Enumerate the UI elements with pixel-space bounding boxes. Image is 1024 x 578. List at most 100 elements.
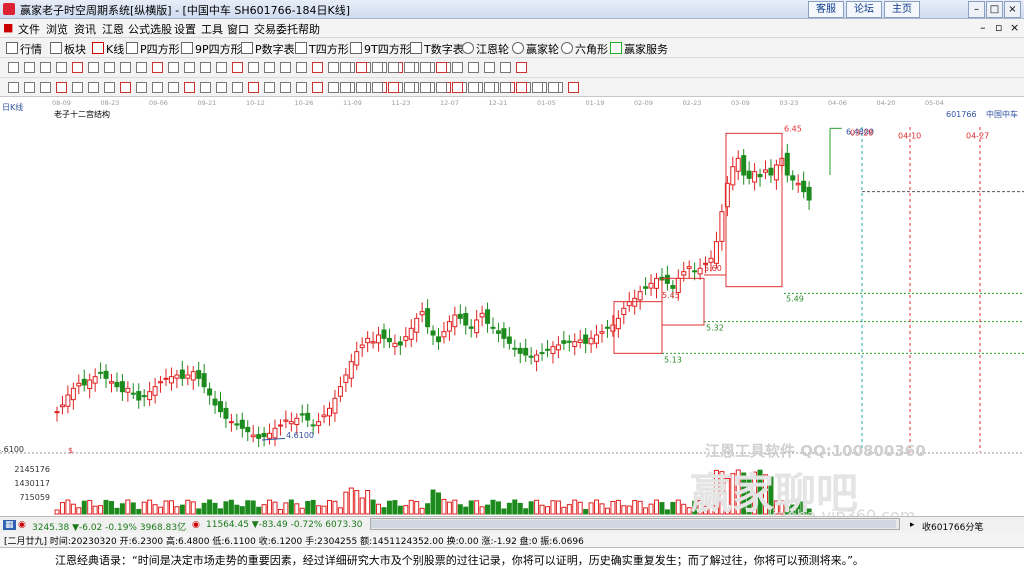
tool-icon[interactable] [200, 82, 211, 93]
tool-icon[interactable] [40, 82, 51, 93]
tool-icon[interactable] [404, 82, 415, 93]
scrollbar-thumb[interactable] [371, 520, 896, 528]
service-button[interactable]: 客服 [808, 1, 844, 18]
tool-icon[interactable] [152, 82, 163, 93]
tool-icon[interactable] [104, 62, 115, 73]
tb-service[interactable]: 赢家服务 [610, 41, 668, 57]
tb-9t-square[interactable]: 9T四方形 [350, 41, 411, 57]
mdi-minimize-icon[interactable]: – [980, 21, 986, 34]
minimize-icon[interactable]: – [968, 1, 985, 18]
tb-9p-square[interactable]: 9P四方形 [181, 41, 242, 57]
sz-index-text[interactable]: 11564.45 ▼-83.49 -0.72% 6073.30 [206, 520, 363, 530]
tool-icon[interactable] [120, 62, 131, 73]
tool-icon[interactable] [468, 82, 479, 93]
menu-news[interactable]: 资讯 [74, 21, 96, 37]
tool-icon[interactable] [280, 82, 291, 93]
tool-icon[interactable] [484, 82, 495, 93]
tool-icon[interactable] [168, 82, 179, 93]
tool-icon[interactable] [136, 82, 147, 93]
tb-quotes[interactable]: 行情 [6, 41, 42, 57]
menu-browse[interactable]: 浏览 [46, 21, 68, 37]
tool-icon[interactable] [484, 62, 495, 73]
tool-icon[interactable] [168, 62, 179, 73]
tool-icon[interactable] [532, 82, 543, 93]
tool-icon[interactable] [152, 62, 163, 73]
tool-icon[interactable] [136, 62, 147, 73]
tool-icon[interactable] [372, 82, 383, 93]
tb-hexagon[interactable]: 六角形 [561, 41, 608, 57]
tool-icon[interactable] [404, 62, 415, 73]
menu-formula[interactable]: 公式选股 [128, 21, 172, 37]
menu-window[interactable]: 窗口 [227, 21, 249, 37]
right-arrow-icon[interactable]: ▸ [910, 520, 915, 530]
tool-icon[interactable] [568, 82, 579, 93]
tool-icon[interactable] [328, 82, 339, 93]
tool-icon[interactable] [24, 62, 35, 73]
tool-icon[interactable] [56, 62, 67, 73]
tool-icon[interactable] [264, 82, 275, 93]
tick-detail-label[interactable]: 收601766分笔 [922, 520, 983, 533]
tool-icon[interactable] [312, 62, 323, 73]
tool-icon[interactable] [184, 82, 195, 93]
tool-icon[interactable] [312, 82, 323, 93]
tool-icon[interactable] [104, 82, 115, 93]
tool-icon[interactable] [120, 82, 131, 93]
tool-icon[interactable] [296, 62, 307, 73]
tool-icon[interactable] [356, 82, 367, 93]
tool-icon[interactable] [248, 82, 259, 93]
tool-icon[interactable] [420, 82, 431, 93]
tool-icon[interactable] [216, 82, 227, 93]
mdi-restore-icon[interactable]: ▫ [995, 21, 1002, 34]
tool-icon[interactable] [452, 82, 463, 93]
tool-icon[interactable] [388, 62, 399, 73]
tool-icon[interactable] [200, 62, 211, 73]
tb-gann-wheel[interactable]: 江恩轮 [462, 41, 509, 57]
tool-icon[interactable] [248, 62, 259, 73]
tool-icon[interactable] [420, 62, 431, 73]
close-icon[interactable]: × [1004, 1, 1021, 18]
tool-icon[interactable] [548, 82, 559, 93]
tool-icon[interactable] [516, 62, 527, 73]
menu-file[interactable]: 文件 [18, 21, 40, 37]
tool-icon[interactable] [232, 82, 243, 93]
home-button[interactable]: 主页 [884, 1, 920, 18]
menu-trade[interactable]: 交易委托 [254, 21, 298, 37]
tb-sector[interactable]: 板块 [50, 41, 86, 57]
tool-icon[interactable] [500, 62, 511, 73]
tool-icon[interactable] [468, 62, 479, 73]
tool-icon[interactable] [264, 62, 275, 73]
tool-icon[interactable] [56, 82, 67, 93]
tool-icon[interactable] [328, 62, 339, 73]
tool-icon[interactable] [452, 62, 463, 73]
chart-scrollbar[interactable] [370, 518, 900, 530]
tool-icon[interactable] [88, 82, 99, 93]
tool-icon[interactable] [340, 62, 351, 73]
tool-icon[interactable] [232, 62, 243, 73]
mdi-close-icon[interactable]: × [1010, 21, 1019, 34]
tool-icon[interactable] [72, 82, 83, 93]
tool-icon[interactable] [8, 62, 19, 73]
tool-icon[interactable] [184, 62, 195, 73]
tool-icon[interactable] [24, 82, 35, 93]
sh-index-text[interactable]: 3245.38 ▼-6.02 -0.19% 3968.83亿 [32, 520, 186, 533]
maximize-icon[interactable]: □ [986, 1, 1003, 18]
tool-icon[interactable] [500, 82, 511, 93]
tool-icon[interactable] [40, 62, 51, 73]
tool-icon[interactable] [340, 82, 351, 93]
tool-icon[interactable] [356, 62, 367, 73]
tool-icon[interactable] [372, 62, 383, 73]
menu-gann[interactable]: 江恩 [102, 21, 124, 37]
tb-p-table[interactable]: P数字表 [241, 41, 295, 57]
menu-settings[interactable]: 设置 [174, 21, 196, 37]
tb-winner-wheel[interactable]: 赢家轮 [512, 41, 559, 57]
tool-icon[interactable] [516, 82, 527, 93]
menu-help[interactable]: 帮助 [298, 21, 320, 37]
tb-kline[interactable]: K线 [92, 41, 124, 57]
tb-p-square[interactable]: P四方形 [126, 41, 180, 57]
tool-icon[interactable] [388, 82, 399, 93]
forum-button[interactable]: 论坛 [846, 1, 882, 18]
tool-icon[interactable] [72, 62, 83, 73]
tool-icon[interactable] [280, 62, 291, 73]
tb-t-table[interactable]: T数字表 [410, 41, 464, 57]
tool-icon[interactable] [436, 82, 447, 93]
